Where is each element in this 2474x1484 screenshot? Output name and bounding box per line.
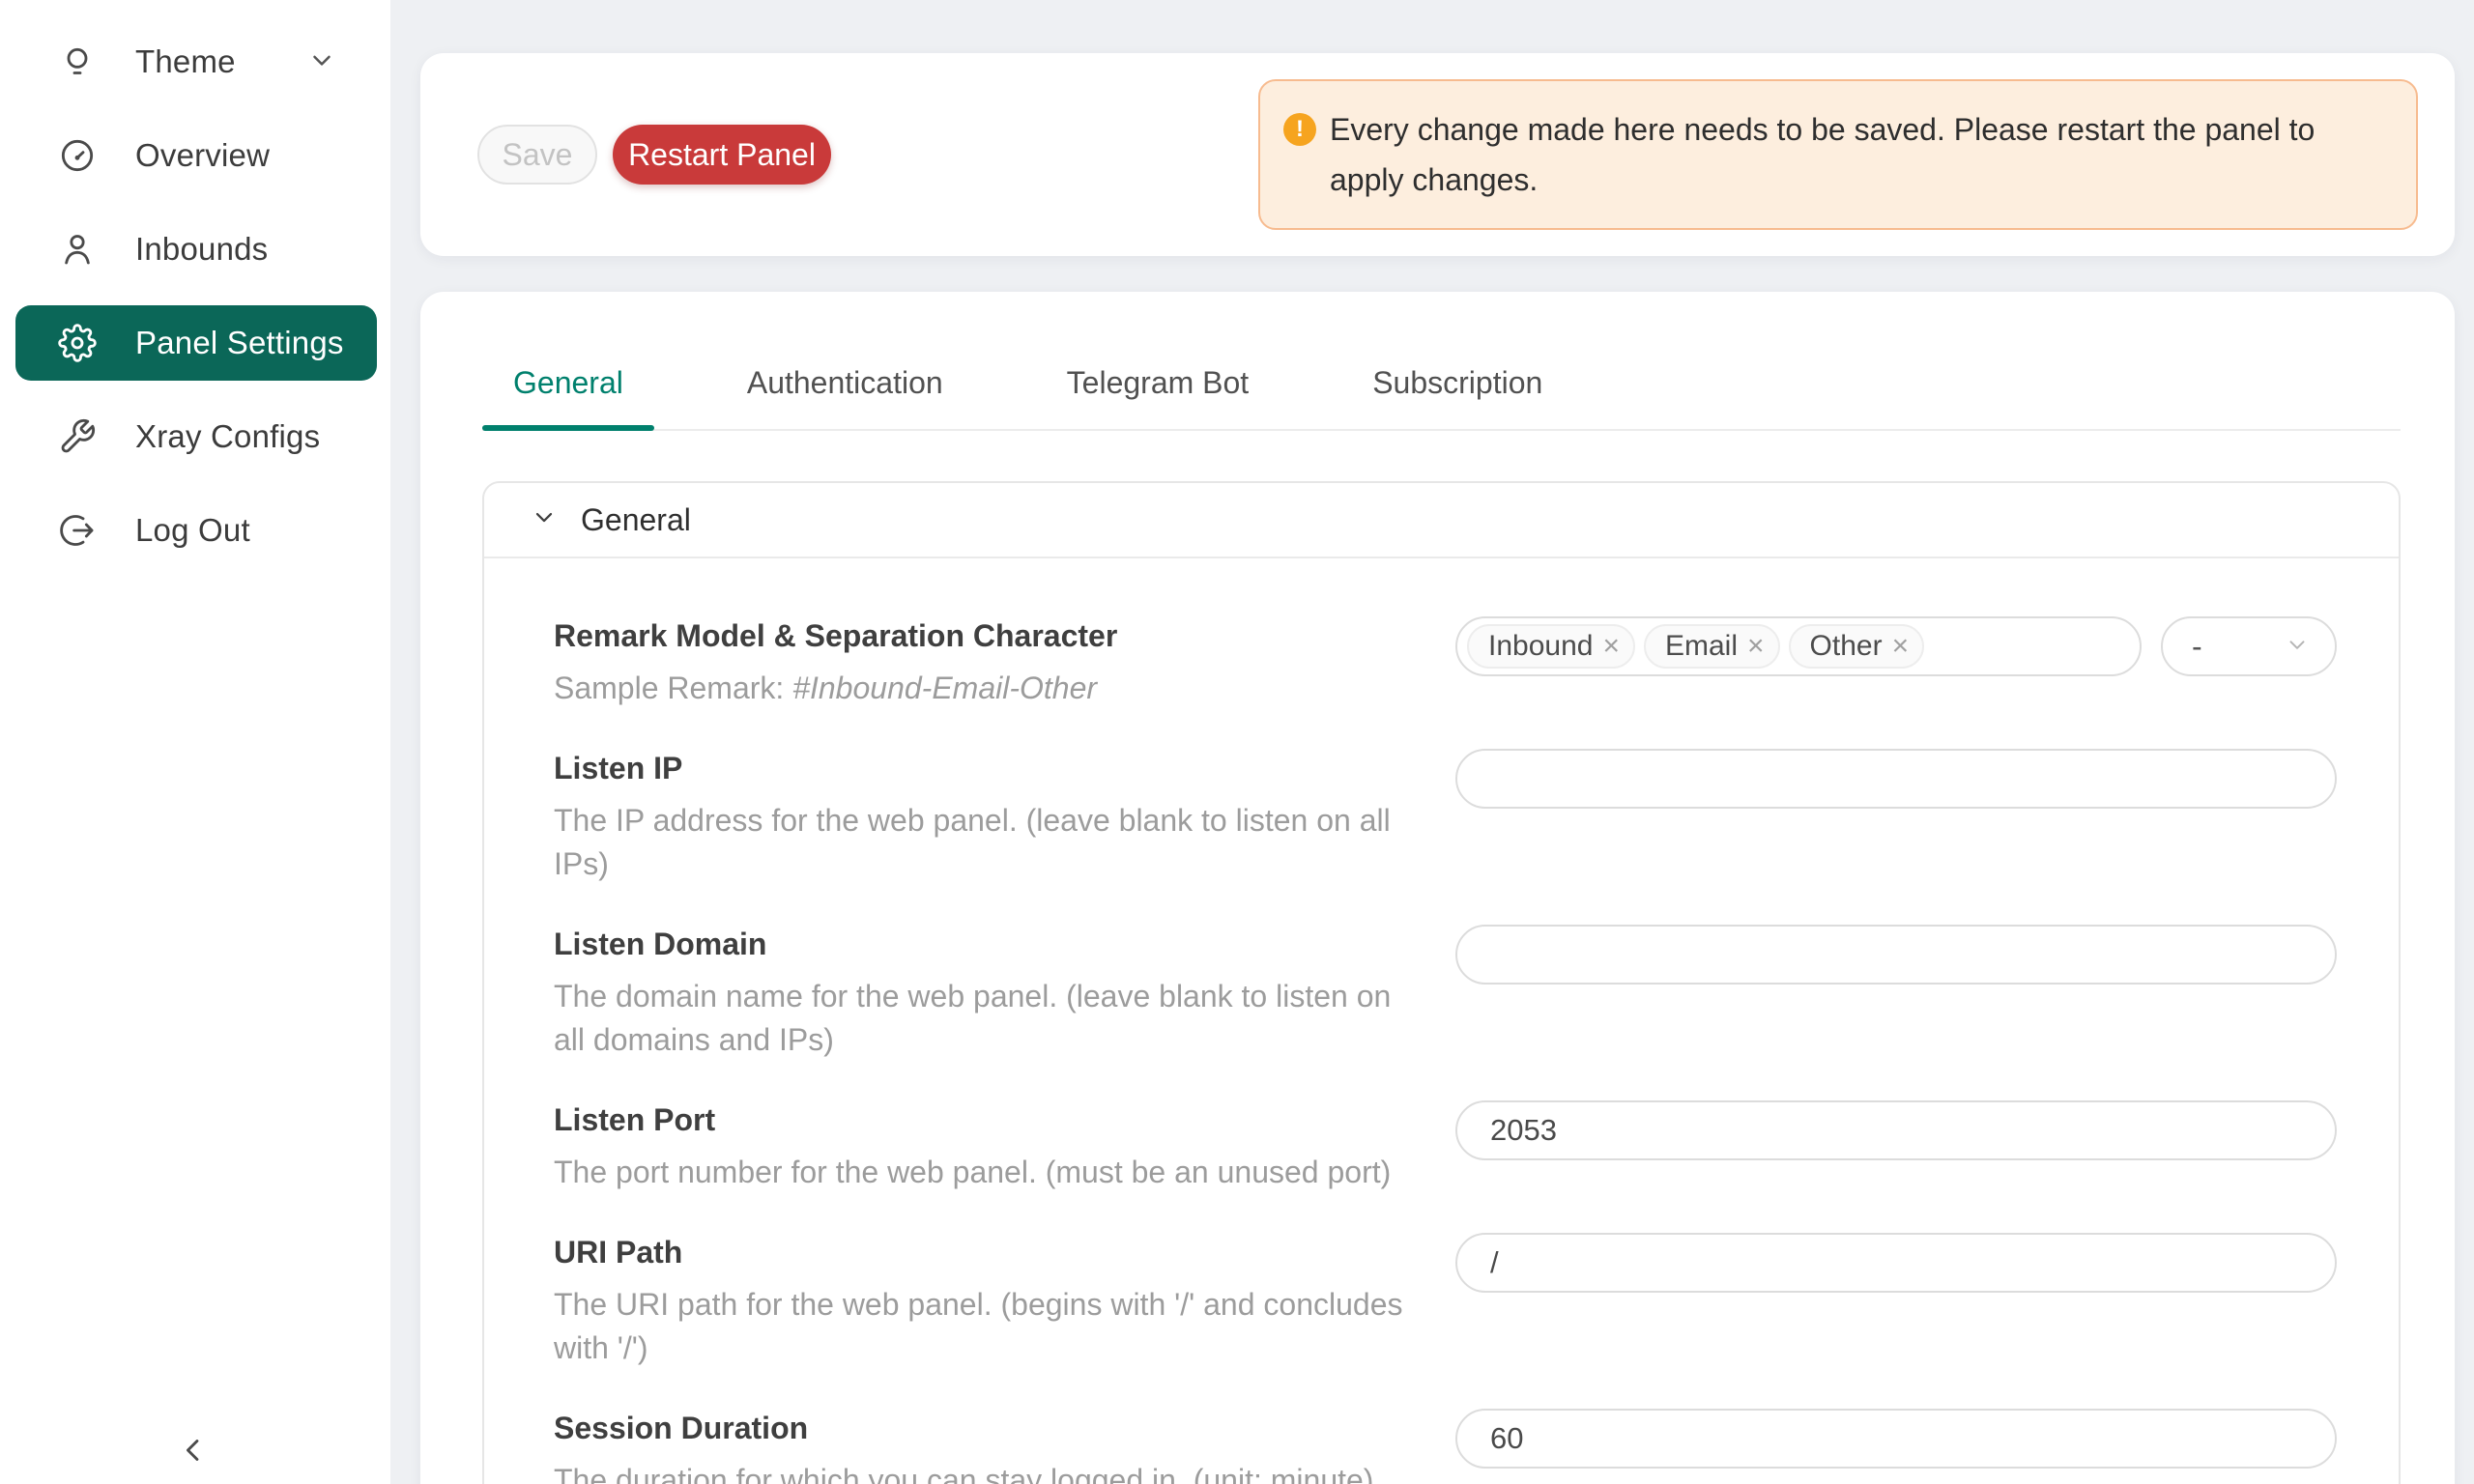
field-label: Session Duration bbox=[554, 1409, 1409, 1447]
warning-text: Every change made here needs to be saved… bbox=[1330, 104, 2393, 205]
sidebar-item-label: Inbounds bbox=[135, 231, 268, 268]
sidebar-item-inbounds[interactable]: Inbounds bbox=[15, 212, 377, 287]
settings-tabs: General Authentication Telegram Bot Subscri… bbox=[482, 336, 2401, 431]
user-icon bbox=[58, 230, 97, 269]
listen-port-input[interactable] bbox=[1455, 1100, 2337, 1160]
listen-ip-input[interactable] bbox=[1455, 749, 2337, 809]
field-control bbox=[1455, 1233, 2337, 1293]
field-label: Listen Domain bbox=[554, 925, 1409, 963]
field-description: The domain name for the web panel. (leav… bbox=[554, 975, 1409, 1062]
warning-icon: ! bbox=[1283, 113, 1316, 146]
sidebar-item-theme[interactable]: Theme bbox=[15, 24, 377, 100]
chevron-down-icon bbox=[307, 45, 336, 74]
field-description: The port number for the web panel. (must… bbox=[554, 1151, 1409, 1194]
field-control bbox=[1455, 749, 2337, 809]
field-description: The IP address for the web panel. (leave… bbox=[554, 799, 1409, 886]
restart-warning-alert: ! Every change made here needs to be sav… bbox=[1258, 79, 2418, 230]
sidebar-nav: Theme Overview Inbounds Panel Settings Xray … bbox=[0, 0, 390, 568]
sidebar-item-panel-settings[interactable]: Panel Settings bbox=[15, 305, 377, 381]
field-text: Listen Port The port number for the web p… bbox=[554, 1100, 1455, 1194]
general-panel-header[interactable]: General bbox=[484, 483, 2399, 558]
tag-remove-icon[interactable]: × bbox=[1602, 632, 1620, 661]
field-description: The duration for which you can stay logg… bbox=[554, 1459, 1409, 1484]
separator-value: - bbox=[2192, 629, 2202, 665]
field-label: Listen IP bbox=[554, 749, 1409, 787]
field-control bbox=[1455, 1100, 2337, 1160]
sample-remark-value: #Inbound-Email-Other bbox=[792, 671, 1097, 705]
restart-panel-button[interactable]: Restart Panel bbox=[613, 125, 831, 185]
form-row-uri-path: URI Path The URI path for the web panel. … bbox=[554, 1233, 2337, 1370]
session-duration-input[interactable] bbox=[1455, 1409, 2337, 1469]
sidebar-item-log-out[interactable]: Log Out bbox=[15, 493, 377, 568]
dashboard-icon bbox=[58, 136, 97, 175]
tag-remove-icon[interactable]: × bbox=[1747, 632, 1765, 661]
field-description: The URI path for the web panel. (begins … bbox=[554, 1283, 1409, 1370]
toolbar-buttons: Save Restart Panel bbox=[477, 125, 831, 185]
sidebar-item-label: Xray Configs bbox=[135, 418, 320, 455]
form-row-session-duration: Session Duration The duration for which y… bbox=[554, 1409, 2337, 1484]
logout-icon bbox=[58, 511, 97, 550]
field-control: Inbound×Email×Other× - bbox=[1455, 616, 2337, 676]
field-text: Listen IP The IP address for the web pane… bbox=[554, 749, 1455, 886]
chevron-down-icon bbox=[531, 503, 558, 530]
chevron-down-icon bbox=[2285, 632, 2310, 657]
form-row-listen-domain: Listen Domain The domain name for the web… bbox=[554, 925, 2337, 1062]
chevron-down-icon bbox=[531, 502, 558, 538]
toolbar-card: Save Restart Panel ! Every change made h… bbox=[420, 53, 2455, 256]
tab-general[interactable]: General bbox=[482, 336, 654, 429]
tag-other[interactable]: Other× bbox=[1789, 624, 1925, 669]
tag-remove-icon[interactable]: × bbox=[1892, 632, 1910, 661]
separator-select[interactable]: - bbox=[2161, 616, 2337, 676]
sidebar-item-label: Overview bbox=[135, 137, 270, 174]
panel-settings-page: { "colors": { "accent": "#00806d", "side… bbox=[0, 0, 2474, 1484]
tab-telegram-bot[interactable]: Telegram Bot bbox=[1036, 336, 1280, 429]
gear-icon bbox=[58, 324, 97, 362]
sidebar-item-xray-configs[interactable]: Xray Configs bbox=[15, 399, 377, 474]
panel-title: General bbox=[581, 502, 691, 538]
sidebar-collapse-button[interactable] bbox=[174, 1432, 213, 1470]
general-panel-body: Remark Model & Separation Character Sampl… bbox=[484, 558, 2399, 1484]
remark-model-multiselect[interactable]: Inbound×Email×Other× bbox=[1455, 616, 2142, 676]
field-text: URI Path The URI path for the web panel. … bbox=[554, 1233, 1455, 1370]
form-row-remark-model: Remark Model & Separation Character Sampl… bbox=[554, 616, 2337, 710]
field-control bbox=[1455, 1409, 2337, 1469]
general-collapse-panel: General Remark Model & Separation Charac… bbox=[482, 481, 2401, 1484]
wrench-icon bbox=[58, 417, 97, 456]
field-text: Session Duration The duration for which y… bbox=[554, 1409, 1455, 1484]
field-label: URI Path bbox=[554, 1233, 1409, 1271]
tag-inbound[interactable]: Inbound× bbox=[1467, 624, 1635, 669]
tab-authentication[interactable]: Authentication bbox=[716, 336, 974, 429]
bulb-icon bbox=[58, 43, 97, 81]
sidebar-item-label: Panel Settings bbox=[135, 325, 344, 361]
form-row-listen-ip: Listen IP The IP address for the web pane… bbox=[554, 749, 2337, 886]
sidebar-item-label: Log Out bbox=[135, 512, 250, 549]
tag-email[interactable]: Email× bbox=[1644, 624, 1780, 669]
form-row-listen-port: Listen Port The port number for the web p… bbox=[554, 1100, 2337, 1194]
field-label: Listen Port bbox=[554, 1100, 1409, 1139]
save-button[interactable]: Save bbox=[477, 125, 597, 185]
sidebar-item-label: Theme bbox=[135, 43, 236, 80]
chevron-left-icon bbox=[175, 1432, 212, 1469]
field-label: Remark Model & Separation Character bbox=[554, 616, 1409, 655]
uri-path-input[interactable] bbox=[1455, 1233, 2337, 1293]
field-text: Remark Model & Separation Character Sampl… bbox=[554, 616, 1455, 710]
settings-card: General Authentication Telegram Bot Subscri… bbox=[420, 292, 2455, 1484]
field-description: Sample Remark: #Inbound-Email-Other bbox=[554, 667, 1409, 710]
sidebar-item-overview[interactable]: Overview bbox=[15, 118, 377, 193]
field-text: Listen Domain The domain name for the web… bbox=[554, 925, 1455, 1062]
sidebar: Theme Overview Inbounds Panel Settings Xray … bbox=[0, 0, 390, 1484]
main-content: Save Restart Panel ! Every change made h… bbox=[390, 0, 2474, 1484]
field-control bbox=[1455, 925, 2337, 985]
tab-subscription[interactable]: Subscription bbox=[1341, 336, 1573, 429]
listen-domain-input[interactable] bbox=[1455, 925, 2337, 985]
